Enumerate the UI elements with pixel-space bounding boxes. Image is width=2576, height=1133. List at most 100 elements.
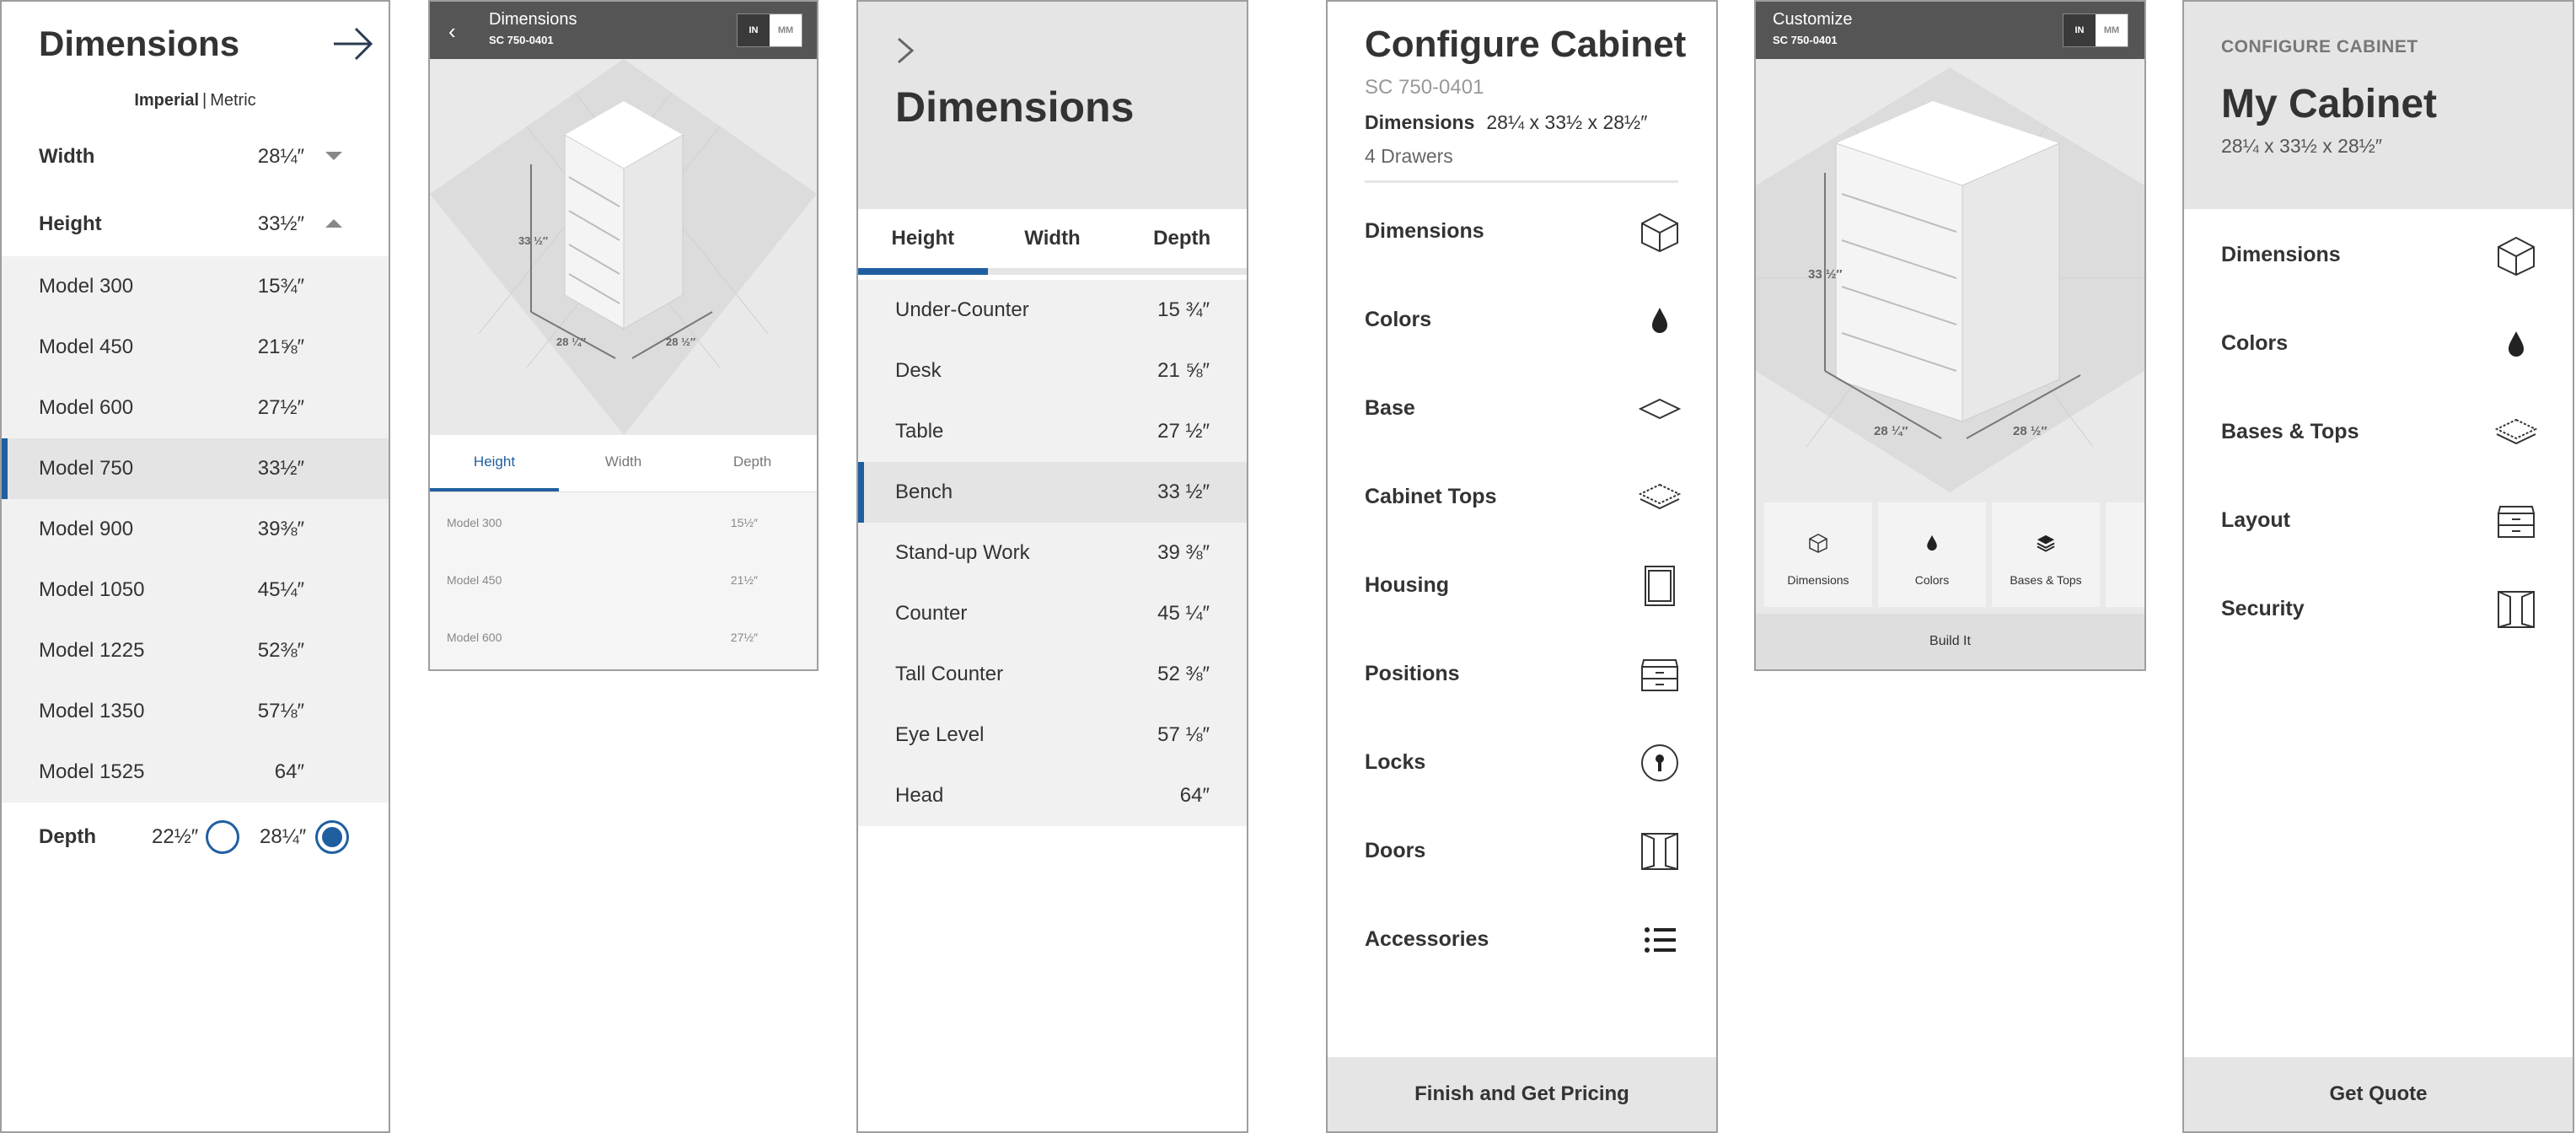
width-value: 28¼″ [257,145,304,168]
depth-dimension-label: 28 ½″ [666,336,695,348]
list-item[interactable]: Model 1525 64″ [2,742,389,803]
width-dimension-label: 28 ¼″ [556,336,586,348]
model-value: 64″ [274,760,304,783]
depth-option-2-radio[interactable] [315,820,349,854]
cabinet-3d-view[interactable]: 33 ½″ 28 ¼″ 28 ½″ [1756,59,2144,492]
menu-item-base[interactable]: Base [1328,364,1716,453]
get-quote-button[interactable]: Get Quote [2184,1057,2573,1131]
cube-icon [2495,234,2537,277]
menu-item-colors[interactable]: Colors [1328,276,1716,364]
menu-item-dimensions[interactable]: Dimensions [1328,187,1716,276]
model-label: Model 450 [39,336,134,358]
list-item[interactable]: Model 900 39⅜″ [2,499,389,560]
menu-item-security[interactable]: Security [2184,565,2573,653]
list-item[interactable]: Under-Counter 15 ¾″ [858,280,1247,341]
height-label: Eye Level [895,723,985,746]
tab-height[interactable]: Height [858,209,988,275]
caret-down-icon[interactable] [325,152,342,162]
menu-item-label: Cabinet Tops [1365,485,1497,508]
list-item[interactable]: Eye Level 57 ⅛″ [858,705,1247,765]
unit-mm[interactable]: MM [2096,14,2128,46]
finish-and-get-pricing-button[interactable]: Finish and Get Pricing [1328,1057,1716,1131]
height-label: Counter [895,602,968,625]
menu-item-dimensions[interactable]: Dimensions [2184,211,2573,299]
menu-item-positions[interactable]: Positions [1328,630,1716,718]
dimensions-tabs-panel: Dimensions Height Width Depth Under-Coun… [856,0,1248,1133]
unit-toggle[interactable]: IN MM [737,13,802,47]
width-dimension-label: 28 ¼″ [1874,424,1908,438]
layers-icon [2036,533,2056,553]
list-item[interactable]: Model 450 21½″ [430,551,817,609]
header-subtitle: SC 750-0401 [1773,34,1838,46]
toolbar-label: Bases & Tops [2010,573,2082,587]
height-list: Under-Counter 15 ¾″ Desk 21 ⅝″ Table 27 ½″ … [858,280,1247,826]
height-label: Bench [895,481,953,503]
model-value: 15¾″ [257,275,304,298]
list-item[interactable]: Stand-up Work 39 ⅜″ [858,523,1247,583]
depth-option-1-radio[interactable] [206,820,239,854]
list-item-selected[interactable]: Model 750 33½″ [2,438,389,499]
tab-depth[interactable]: Depth [688,435,817,491]
width-row[interactable]: Width 28¼″ [2,126,389,187]
model-label: Model 450 [447,573,502,587]
my-cabinet-panel: CONFIGURE CABINET My Cabinet 28¼ x 33½ x… [2182,0,2574,1133]
list-item[interactable]: Tall Counter 52 ⅜″ [858,644,1247,705]
menu-item-accessories[interactable]: Accessories [1328,895,1716,984]
back-chevron-icon[interactable]: ‹ [448,19,456,45]
toolbar-housing-button[interactable]: In [2106,502,2144,607]
list-item[interactable]: Model 450 21⅝″ [2,317,389,378]
menu-item-doors[interactable]: Doors [1328,807,1716,895]
menu-item-locks[interactable]: Locks [1328,718,1716,807]
build-it-button[interactable]: Build It [1756,614,2144,669]
model-value: 21½″ [730,573,758,587]
menu-item-housing[interactable]: Housing [1328,541,1716,630]
list-item[interactable]: Model 600 27½″ [430,609,817,666]
list-item[interactable]: Model 300 15½″ [430,494,817,551]
toolbar-bases-tops-button[interactable]: Bases & Tops [1992,502,2100,607]
tab-depth[interactable]: Depth [1117,209,1247,268]
unit-metric[interactable]: Metric [210,91,255,110]
list-item[interactable]: Head 64″ [858,765,1247,826]
header-title: Customize [1773,10,1853,29]
toolbar-colors-button[interactable]: Colors [1878,502,1986,607]
height-label: Height [39,212,102,235]
list-item[interactable]: Desk 21 ⅝″ [858,341,1247,401]
menu-item-bases-tops[interactable]: Bases & Tops [2184,388,2573,476]
arrow-right-icon[interactable] [332,25,374,62]
menu-item-layout[interactable]: Layout [2184,476,2573,565]
tab-width[interactable]: Width [988,209,1118,268]
dimension-tabs: Height Width Depth [858,209,1247,275]
unit-mm[interactable]: MM [770,14,802,46]
cabinet-3d-view[interactable]: 33 ½″ 28 ¼″ 28 ½″ [430,59,817,435]
chevron-right-icon[interactable] [895,35,915,66]
menu-item-colors[interactable]: Colors [2184,299,2573,388]
height-value: 21 ⅝″ [1157,359,1210,382]
tab-height[interactable]: Height [430,435,559,491]
menu-item-cabinet-tops[interactable]: Cabinet Tops [1328,453,1716,541]
tab-width[interactable]: Width [559,435,688,491]
height-value: 39 ⅜″ [1157,541,1210,564]
height-label: Tall Counter [895,663,1004,685]
unit-in[interactable]: IN [738,14,770,46]
list-item[interactable]: Model 600 27½″ [2,378,389,438]
height-value: 27 ½″ [1157,420,1210,443]
customize-mobile-panel: Customize SC 750-0401 IN MM 33 ½″ 28 ¼″ … [1754,0,2146,671]
menu-item-label: Security [2221,597,2305,620]
list-item-selected[interactable]: Bench 33 ½″ [858,462,1247,523]
list-item[interactable]: Model 300 15¾″ [2,256,389,317]
caret-up-icon[interactable] [325,219,342,229]
list-item[interactable]: Model 1350 57⅛″ [2,681,389,742]
list-icon [1639,919,1681,961]
list-item[interactable]: Model 1050 45¼″ [2,560,389,620]
list-item[interactable]: Counter 45 ¼″ [858,583,1247,644]
unit-in[interactable]: IN [2063,14,2096,46]
menu-item-label: Colors [2221,331,2289,355]
toolbar-dimensions-button[interactable]: Dimensions [1764,502,1872,607]
list-item[interactable]: Model 1225 52⅜″ [2,620,389,681]
model-value: 27½″ [730,631,758,644]
list-item[interactable]: Table 27 ½″ [858,401,1247,462]
unit-toggle[interactable]: IN MM [2063,13,2128,47]
height-row[interactable]: Height 33½″ [2,194,389,255]
dimensions-panel-imperial: Dimensions Imperial | Metric Width 28¼″ He… [0,0,390,1133]
unit-imperial[interactable]: Imperial [134,91,199,110]
